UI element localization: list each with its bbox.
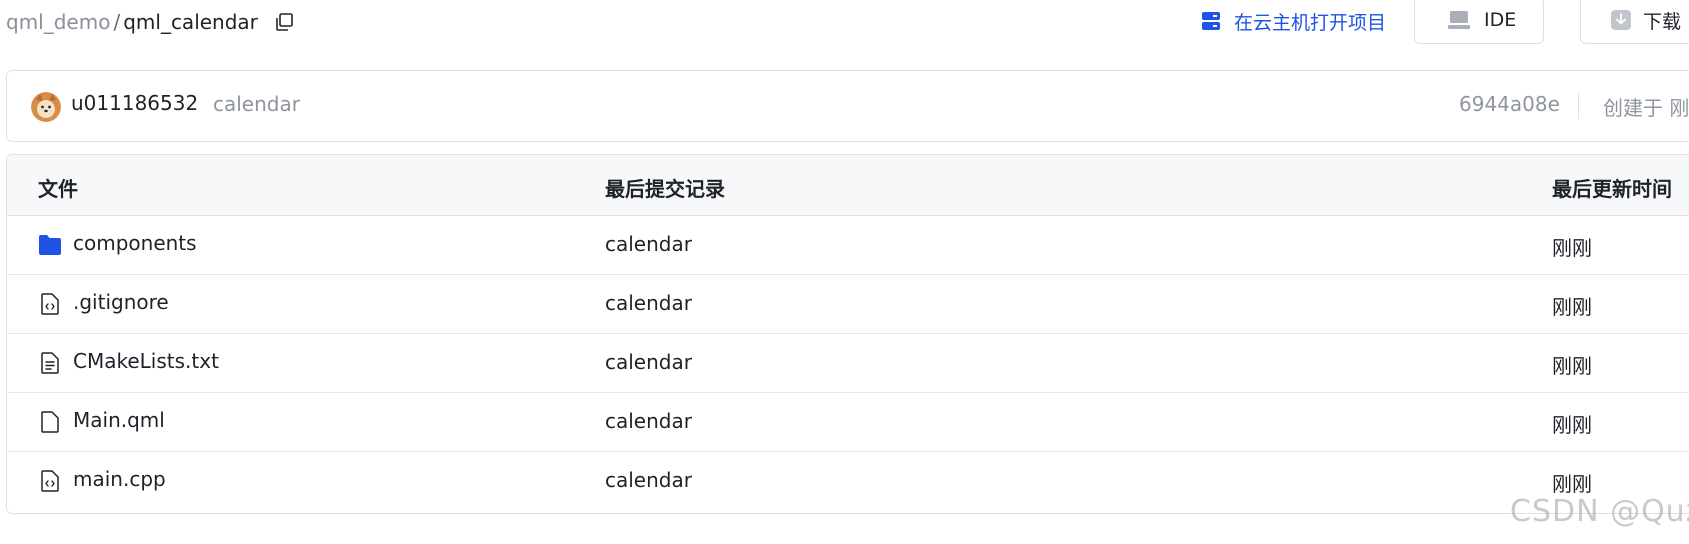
column-header-last-commit: 最后提交记录 — [605, 177, 725, 201]
code-file-icon — [38, 469, 62, 493]
file-updated-time: 刚刚 — [1552, 354, 1592, 378]
server-icon — [1200, 10, 1222, 32]
file-last-commit[interactable]: calendar — [605, 291, 692, 315]
file-icon — [38, 410, 62, 434]
ide-button-label: IDE — [1484, 9, 1517, 31]
table-row[interactable]: main.cpp calendar 刚刚 — [7, 452, 1689, 511]
column-header-updated: 最后更新时间 — [1552, 177, 1672, 201]
breadcrumb-current: qml_calendar — [123, 10, 258, 34]
commit-author[interactable]: u011186532 — [71, 91, 198, 115]
file-name[interactable]: CMakeLists.txt — [73, 349, 219, 373]
commit-hash[interactable]: 6944a08e — [1459, 92, 1560, 116]
file-name[interactable]: .gitignore — [73, 290, 169, 314]
file-updated-time: 刚刚 — [1552, 295, 1592, 319]
file-table: 文件 最后提交记录 最后更新时间 components calendar 刚刚 — [6, 154, 1689, 514]
file-name[interactable]: components — [73, 231, 197, 255]
latest-commit-bar: u011186532 calendar 6944a08e 创建于 刚刚 — [6, 70, 1689, 142]
column-header-name: 文件 — [38, 177, 78, 201]
file-last-commit[interactable]: calendar — [605, 409, 692, 433]
file-updated-time: 刚刚 — [1552, 413, 1592, 437]
download-icon — [1611, 10, 1631, 30]
code-file-icon — [38, 292, 62, 316]
page: qml_demo / qml_calendar 在云主机打开项目 IDE 下载 … — [0, 0, 1689, 544]
breadcrumb-parent-link[interactable]: qml_demo — [6, 10, 110, 34]
breadcrumb: qml_demo / qml_calendar — [6, 8, 296, 36]
file-last-commit[interactable]: calendar — [605, 468, 692, 492]
commit-created-time: 创建于 刚刚 — [1603, 96, 1689, 120]
avatar[interactable] — [31, 92, 61, 122]
file-updated-time: 刚刚 — [1552, 236, 1592, 260]
table-header: 文件 最后提交记录 最后更新时间 — [7, 155, 1689, 216]
table-row[interactable]: CMakeLists.txt calendar 刚刚 — [7, 334, 1689, 393]
divider — [1578, 93, 1579, 119]
download-button-label: 下载 — [1643, 10, 1682, 33]
ide-button[interactable]: IDE — [1414, 0, 1544, 44]
top-bar: qml_demo / qml_calendar 在云主机打开项目 IDE 下载 — [0, 0, 1689, 44]
table-row[interactable]: .gitignore calendar 刚刚 — [7, 275, 1689, 334]
open-in-cloud-host-label: 在云主机打开项目 — [1234, 11, 1387, 34]
download-button[interactable]: 下载 — [1580, 0, 1689, 44]
laptop-icon — [1448, 10, 1470, 30]
table-row[interactable]: Main.qml calendar 刚刚 — [7, 393, 1689, 452]
file-name[interactable]: main.cpp — [73, 467, 166, 491]
file-last-commit[interactable]: calendar — [605, 350, 692, 374]
open-in-cloud-host-link[interactable]: 在云主机打开项目 — [1200, 6, 1386, 36]
breadcrumb-separator: / — [113, 10, 121, 34]
folder-icon — [38, 233, 62, 257]
watermark: CSDN @Quz — [1510, 494, 1689, 529]
table-row[interactable]: components calendar 刚刚 — [7, 216, 1689, 275]
file-last-commit[interactable]: calendar — [605, 232, 692, 256]
commit-message[interactable]: calendar — [213, 92, 300, 116]
text-file-icon — [38, 351, 62, 375]
copy-path-button[interactable] — [272, 10, 296, 34]
file-name[interactable]: Main.qml — [73, 408, 165, 432]
copy-icon — [276, 13, 293, 31]
file-updated-time: 刚刚 — [1552, 472, 1592, 496]
